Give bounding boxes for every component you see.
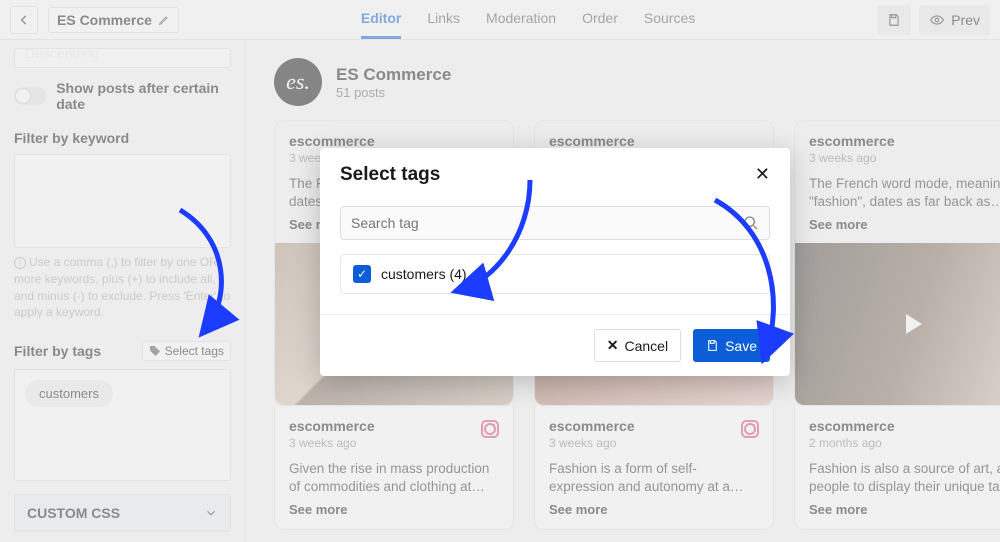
- post-video-thumb[interactable]: [795, 243, 1000, 405]
- keyword-input[interactable]: [14, 154, 231, 248]
- tag-option-label: customers (4): [381, 266, 467, 282]
- close-icon: ✕: [607, 337, 619, 354]
- post-card[interactable]: escommerce 3 weeks ago Given the rise in…: [274, 406, 514, 530]
- post-excerpt: Fashion is also a source of art, all peo…: [809, 460, 1000, 496]
- see-more-link[interactable]: See more: [809, 502, 1000, 517]
- post-time: 2 months ago: [809, 436, 1000, 450]
- topbar: ES Commerce Editor Links Moderation Orde…: [0, 0, 1000, 40]
- source-title: ES Commerce: [57, 12, 152, 28]
- post-excerpt: Fashion is a form of self-expression and…: [549, 460, 759, 496]
- select-tags-button[interactable]: Select tags: [142, 341, 231, 361]
- edit-icon: [158, 14, 170, 26]
- eye-icon: [929, 13, 945, 27]
- preview-label: Prev: [951, 12, 980, 28]
- post-card[interactable]: escommerce 3 weeks ago The French word m…: [794, 120, 1000, 406]
- brand-logo: es.: [274, 58, 322, 106]
- back-button[interactable]: [10, 6, 38, 34]
- select-tags-modal: Select tags ✕ ✓ customers (4) ✕ Cancel S…: [320, 148, 790, 376]
- save-icon-button[interactable]: [877, 5, 911, 35]
- keyword-hint: iUse a comma (,) to filter by one OR mor…: [14, 254, 231, 321]
- play-icon: [906, 314, 922, 334]
- date-toggle-label: Show posts after certain date: [56, 80, 231, 112]
- tag-option-row[interactable]: ✓ customers (4): [340, 254, 770, 294]
- selected-tag-pill[interactable]: customers: [25, 380, 113, 407]
- post-author: escommerce: [289, 418, 499, 434]
- post-author: escommerce: [809, 133, 1000, 149]
- tag-search-input[interactable]: [351, 215, 743, 231]
- floppy-icon: [706, 339, 719, 352]
- tag-search-row: [340, 206, 770, 240]
- post-excerpt: The French word mode, meaning "fashion",…: [809, 175, 1000, 211]
- see-more-link[interactable]: See more: [549, 502, 759, 517]
- filter-tags-label: Filter by tags: [14, 343, 101, 359]
- filter-keyword-label: Filter by keyword: [14, 130, 231, 146]
- floppy-icon: [887, 13, 901, 27]
- post-author: escommerce: [549, 418, 759, 434]
- checkbox-checked-icon[interactable]: ✓: [353, 265, 371, 283]
- see-more-link[interactable]: See more: [289, 502, 499, 517]
- close-icon[interactable]: ✕: [755, 164, 770, 186]
- top-nav: Editor Links Moderation Order Sources: [361, 0, 695, 39]
- chevron-down-icon: [204, 506, 218, 520]
- date-toggle[interactable]: [14, 87, 46, 105]
- nav-sources[interactable]: Sources: [644, 0, 695, 39]
- tag-icon: [149, 345, 161, 357]
- preview-button[interactable]: Prev: [919, 5, 990, 35]
- sidebar: Descending Show posts after certain date…: [0, 40, 246, 542]
- post-card[interactable]: escommerce 3 weeks ago Fashion is a form…: [534, 406, 774, 530]
- post-time: 3 weeks ago: [289, 436, 499, 450]
- see-more-link[interactable]: See more: [809, 217, 1000, 232]
- post-time: 3 weeks ago: [809, 151, 1000, 165]
- nav-editor[interactable]: Editor: [361, 0, 401, 39]
- post-excerpt: Given the rise in mass production of com…: [289, 460, 499, 496]
- nav-links[interactable]: Links: [427, 0, 460, 39]
- post-author: escommerce: [549, 133, 759, 149]
- post-card[interactable]: escommerce 2 months ago Fashion is also …: [794, 406, 1000, 530]
- custom-css-panel[interactable]: CUSTOM CSS: [14, 494, 231, 532]
- source-title-pill[interactable]: ES Commerce: [48, 7, 179, 33]
- search-icon: [743, 215, 759, 231]
- tags-box[interactable]: customers: [14, 369, 231, 481]
- info-icon: i: [14, 257, 26, 269]
- post-count: 51 posts: [336, 85, 451, 100]
- post-time: 3 weeks ago: [549, 436, 759, 450]
- post-author: escommerce: [289, 133, 499, 149]
- brand-name: ES Commerce: [336, 65, 451, 85]
- sort-select-cutoff[interactable]: Descending: [14, 48, 231, 68]
- instagram-icon: [481, 420, 499, 438]
- modal-title: Select tags: [340, 164, 440, 186]
- instagram-icon: [741, 420, 759, 438]
- cancel-button[interactable]: ✕ Cancel: [594, 329, 681, 362]
- nav-moderation[interactable]: Moderation: [486, 0, 556, 39]
- nav-order[interactable]: Order: [582, 0, 618, 39]
- post-author: escommerce: [809, 418, 1000, 434]
- save-button[interactable]: Save: [693, 329, 770, 362]
